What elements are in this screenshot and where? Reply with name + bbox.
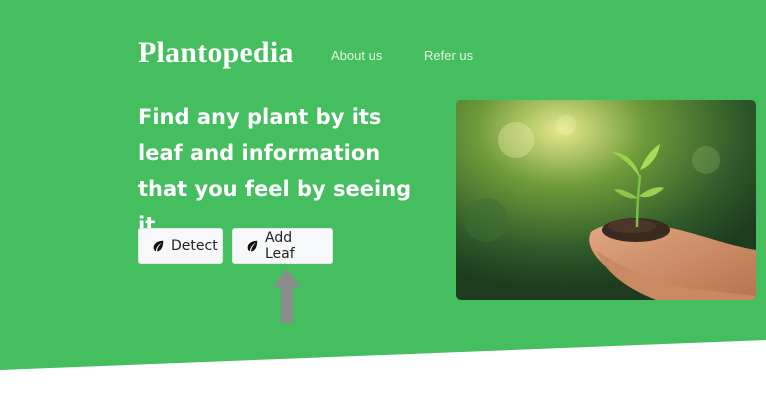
- detect-button[interactable]: Detect: [138, 228, 223, 264]
- seedling-photo: [456, 100, 756, 300]
- detect-button-label: Detect: [171, 238, 218, 254]
- nav-about-us[interactable]: About us: [331, 48, 382, 63]
- add-leaf-button[interactable]: Add Leaf: [232, 228, 333, 264]
- hero-headline: Find any plant by its leaf and informati…: [138, 105, 412, 237]
- nav-refer-us[interactable]: Refer us: [424, 48, 473, 63]
- leaf-icon: [247, 240, 258, 252]
- brand-logo[interactable]: Plantopedia: [138, 36, 294, 70]
- add-leaf-button-label: Add Leaf: [265, 230, 295, 262]
- leaf-icon: [153, 240, 164, 252]
- hero-section: Plantopedia About us Refer us Find any p…: [0, 0, 766, 404]
- seedling-in-hands-image: [456, 100, 756, 300]
- arrow-up-icon: [273, 269, 301, 323]
